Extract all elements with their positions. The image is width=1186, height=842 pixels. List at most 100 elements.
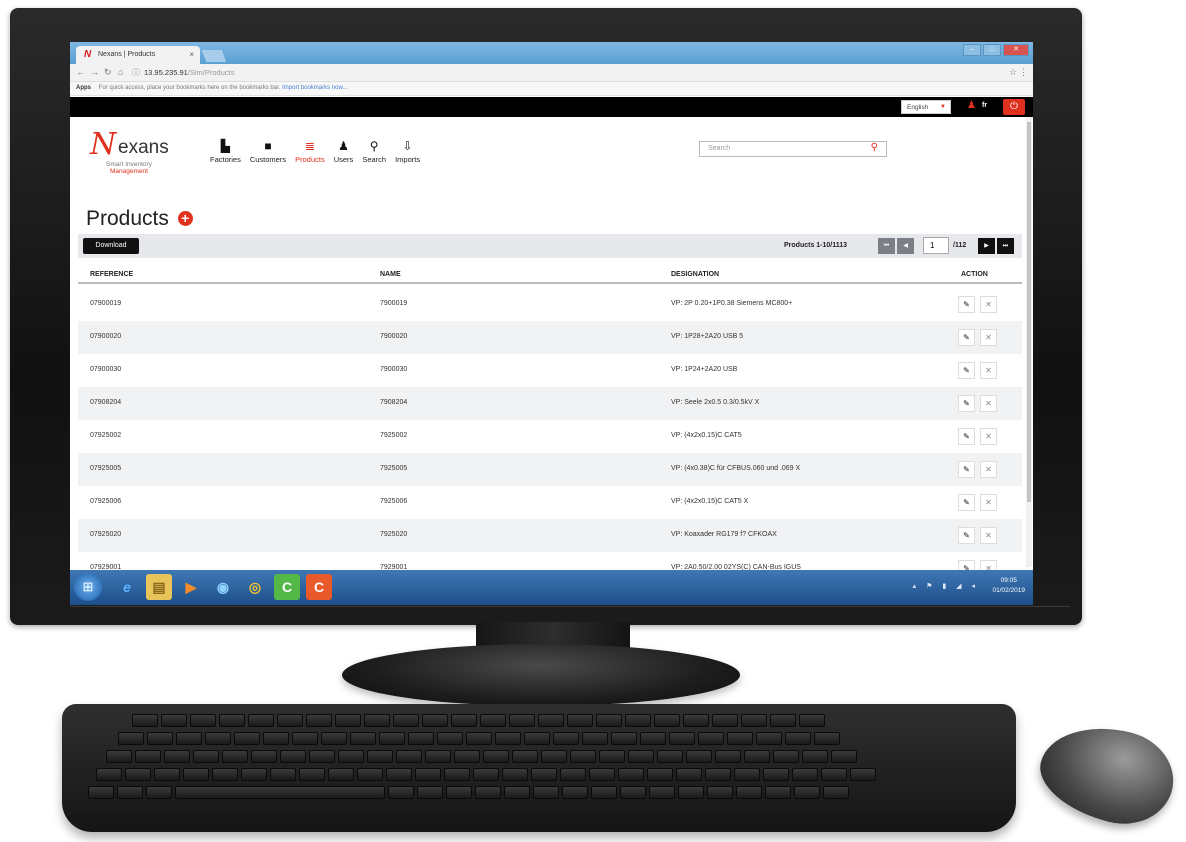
- bookmark-star-icon[interactable]: ☆: [1009, 67, 1017, 78]
- media-player-icon[interactable]: ▶: [178, 574, 204, 600]
- nav-item-customers[interactable]: ■ Customers: [250, 139, 286, 164]
- file-explorer-icon[interactable]: ▤: [146, 574, 172, 600]
- delete-x-icon[interactable]: ✕: [980, 428, 997, 445]
- language-select[interactable]: English ▼: [901, 100, 951, 114]
- chrome-icon[interactable]: ◎: [242, 574, 268, 600]
- new-tab-button[interactable]: [201, 50, 227, 62]
- logo-subtitle: Smart Inventory Management: [94, 161, 164, 175]
- nav-item-products[interactable]: ≣ Products: [295, 139, 325, 164]
- edit-pencil-icon[interactable]: ✎: [958, 395, 975, 412]
- internet-explorer-icon[interactable]: e: [114, 574, 140, 600]
- delete-x-icon[interactable]: ✕: [980, 494, 997, 511]
- back-arrow-icon[interactable]: ←: [76, 67, 85, 77]
- keyboard-row: [106, 750, 857, 763]
- products-count: Products 1-10/1113: [784, 242, 848, 249]
- nav-label: Products: [295, 155, 325, 164]
- app-icon-orange[interactable]: C: [306, 574, 332, 600]
- table-row[interactable]: 07925005 7925005 VP: (4x0.38)C für CFBUS…: [78, 453, 1022, 486]
- keyboard-row: [118, 732, 840, 745]
- app-header: N exans Smart Inventory Management ▙ Fac…: [70, 117, 1033, 187]
- menu-dots-icon[interactable]: ⋮: [1019, 67, 1028, 78]
- tab-close-icon[interactable]: ×: [189, 50, 194, 59]
- reload-icon[interactable]: ↻: [104, 67, 112, 78]
- cell-name: 7925020: [380, 531, 408, 538]
- cell-name: 7925002: [380, 432, 408, 439]
- nav-label: Search: [362, 155, 387, 164]
- table-row[interactable]: 07925020 7925020 VP: Koaxader RG179 f? C…: [78, 519, 1022, 552]
- logo-subtitle-line1: Smart Inventory: [106, 161, 152, 168]
- delete-x-icon[interactable]: ✕: [980, 329, 997, 346]
- delete-x-icon[interactable]: ✕: [980, 527, 997, 544]
- cell-designation: VP: 1P28+2A20 USB 5: [671, 333, 744, 340]
- window-close-icon[interactable]: ✕: [1003, 44, 1029, 56]
- taskbar-clock[interactable]: 09:05 01/02/2019: [992, 576, 1025, 596]
- delete-x-icon[interactable]: ✕: [980, 461, 997, 478]
- nexans-logo[interactable]: N exans Smart Inventory Management: [90, 127, 194, 179]
- col-action: ACTION: [961, 271, 988, 278]
- cell-designation: VP: 1P24+2A20 USB: [671, 366, 738, 373]
- delete-x-icon[interactable]: ✕: [980, 362, 997, 379]
- app-icon-green[interactable]: C: [274, 574, 300, 600]
- user-language-code[interactable]: fr: [982, 102, 987, 109]
- maximize-icon[interactable]: □: [983, 44, 1001, 56]
- edit-pencil-icon[interactable]: ✎: [958, 494, 975, 511]
- page-title: Products +: [86, 207, 193, 231]
- home-icon[interactable]: ⌂: [118, 67, 123, 77]
- table-row[interactable]: 07900019 7900019 VP: 2P 0.20+1P0.38 Siem…: [78, 288, 1022, 321]
- last-page-icon[interactable]: ⏭: [997, 238, 1014, 254]
- logout-power-icon[interactable]: ⏻: [1003, 99, 1025, 115]
- address-bar: ← → ↻ ⌂ ⓘ 13.95.235.91/Sim/Products ☆ ⋮: [70, 64, 1033, 82]
- col-designation[interactable]: DESIGNATION: [671, 271, 719, 278]
- add-product-icon[interactable]: +: [177, 211, 193, 226]
- app-icon-blue[interactable]: ◉: [210, 574, 236, 600]
- system-tray-icons[interactable]: ▴ ⚑ ▮ ◢ ◂: [913, 582, 979, 590]
- page-scrollbar[interactable]: [1026, 117, 1032, 567]
- search-input[interactable]: Search ⚲: [699, 141, 887, 157]
- cell-designation: VP: Seele 2x0.5 0.3/0.5kV X: [671, 399, 760, 406]
- first-page-icon[interactable]: ⏮: [878, 238, 895, 254]
- edit-pencil-icon[interactable]: ✎: [958, 296, 975, 313]
- edit-pencil-icon[interactable]: ✎: [958, 329, 975, 346]
- apps-shortcut[interactable]: Apps: [76, 85, 91, 91]
- monitor-stand-base: [342, 644, 740, 706]
- nav-item-search[interactable]: ⚲ Search: [362, 139, 386, 164]
- table-header: REFERENCE NAME DESIGNATION ACTION: [78, 264, 1022, 284]
- nav-item-imports[interactable]: ⇩ Imports: [395, 139, 420, 164]
- table-row[interactable]: 07908204 7908204 VP: Seele 2x0.5 0.3/0.5…: [78, 387, 1022, 420]
- cell-designation: VP: (4x2x0.15)C CAT5: [671, 432, 742, 439]
- nav-item-factories[interactable]: ▙ Factories: [210, 139, 241, 164]
- browser-tab[interactable]: N Nexans | Products ×: [76, 46, 200, 64]
- download-button[interactable]: Download: [83, 238, 139, 254]
- url-field[interactable]: 13.95.235.91/Sim/Products: [144, 68, 234, 77]
- search-icon[interactable]: ⚲: [871, 142, 878, 153]
- window-controls: – □ ✕: [963, 44, 1029, 56]
- col-name[interactable]: NAME: [380, 271, 401, 278]
- user-icon[interactable]: ♟: [967, 100, 976, 111]
- page-number-input[interactable]: 1: [923, 237, 949, 254]
- forward-arrow-icon[interactable]: →: [90, 67, 99, 77]
- scrollbar-thumb[interactable]: [1027, 122, 1031, 502]
- keyboard-row: [132, 714, 825, 727]
- edit-pencil-icon[interactable]: ✎: [958, 428, 975, 445]
- logo-word: exans: [118, 137, 169, 158]
- cell-name: 7925006: [380, 498, 408, 505]
- import-bookmarks-link[interactable]: Import bookmarks now...: [282, 85, 347, 91]
- delete-x-icon[interactable]: ✕: [980, 395, 997, 412]
- table-row[interactable]: 07900020 7900020 VP: 1P28+2A20 USB 5 ✎ ✕: [78, 321, 1022, 354]
- table-row[interactable]: 07900030 7900030 VP: 1P24+2A20 USB ✎ ✕: [78, 354, 1022, 387]
- clock-time: 09:05: [1000, 577, 1017, 584]
- edit-pencil-icon[interactable]: ✎: [958, 527, 975, 544]
- col-reference[interactable]: REFERENCE: [90, 271, 133, 278]
- edit-pencil-icon[interactable]: ✎: [958, 362, 975, 379]
- minimize-icon[interactable]: –: [963, 44, 981, 56]
- prev-page-icon[interactable]: ◀: [897, 238, 914, 254]
- nav-item-users[interactable]: ♟ Users: [334, 139, 354, 164]
- next-page-icon[interactable]: ▶: [978, 238, 995, 254]
- table-row[interactable]: 07925002 7925002 VP: (4x2x0.15)C CAT5 ✎ …: [78, 420, 1022, 453]
- table-row[interactable]: 07925006 7925006 VP: (4x2x0.15)C CAT5 X …: [78, 486, 1022, 519]
- edit-pencil-icon[interactable]: ✎: [958, 461, 975, 478]
- nav-label: Factories: [210, 155, 241, 164]
- start-button-icon[interactable]: ⊞: [74, 573, 102, 601]
- delete-x-icon[interactable]: ✕: [980, 296, 997, 313]
- cell-name: 7900030: [380, 366, 408, 373]
